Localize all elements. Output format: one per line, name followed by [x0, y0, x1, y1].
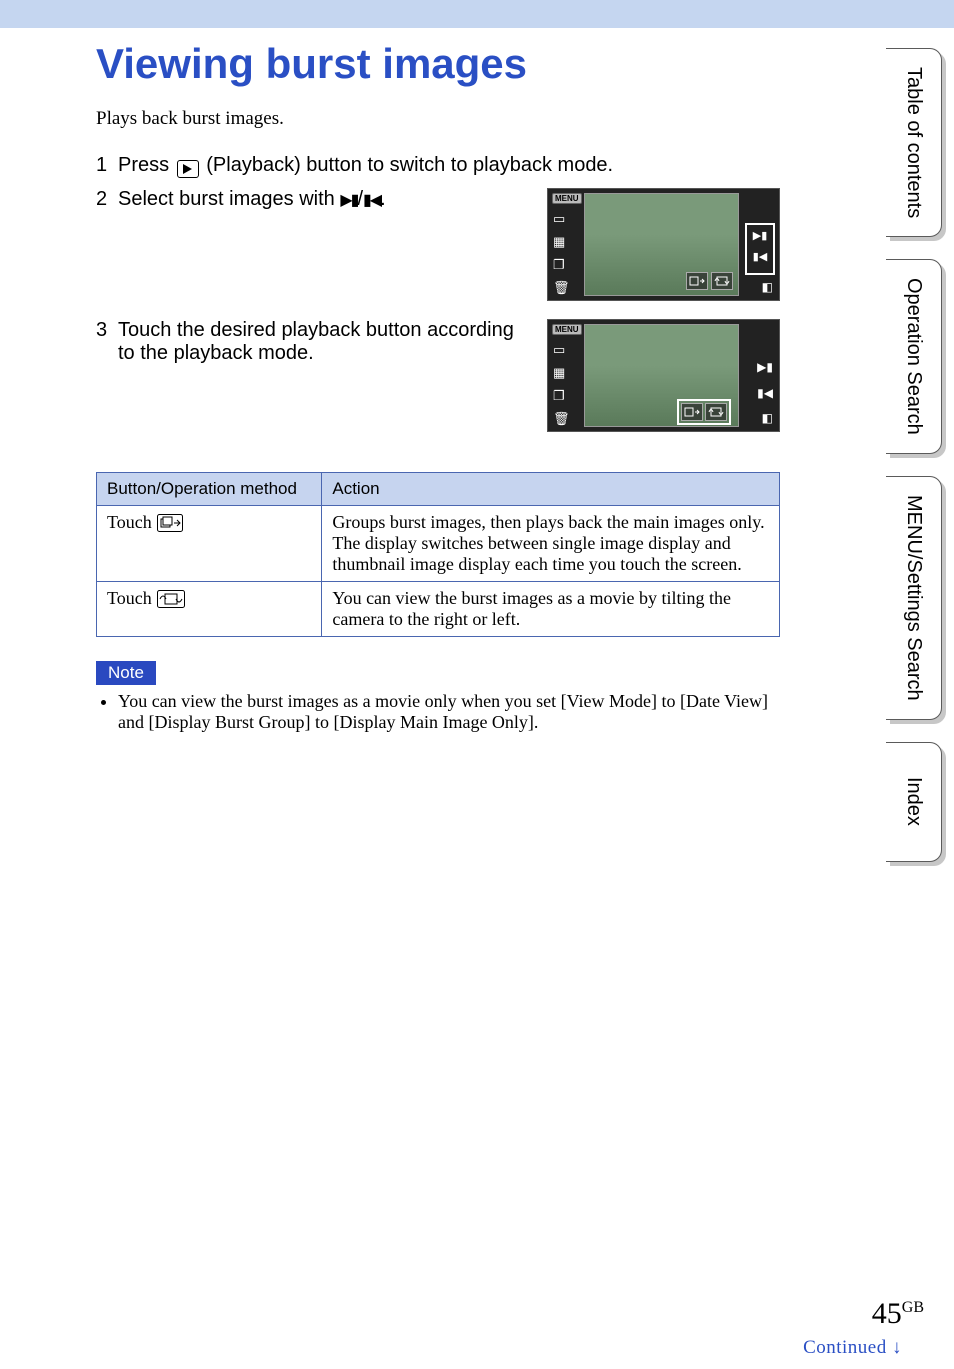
- page-title: Viewing burst images: [96, 40, 780, 88]
- cell-text: Touch: [107, 512, 156, 532]
- step-body: Touch the desired playback button accord…: [118, 319, 780, 432]
- next-image-icon: ▶▮: [747, 225, 773, 246]
- page-number-value: 45: [872, 1297, 902, 1330]
- thumb-left-icons: ▭ ▦ ❐ 🗑: [553, 211, 570, 296]
- side-tabs: Table of contents Operation Search MENU/…: [886, 48, 942, 862]
- cell-text: Touch: [107, 588, 156, 608]
- table-header: Button/Operation method: [97, 473, 322, 506]
- table-row: Touch You can view the burst images as a…: [97, 582, 780, 637]
- menu-tag: MENU: [552, 193, 582, 204]
- page-number: 45GB: [872, 1297, 924, 1331]
- step-number: 3: [96, 319, 118, 342]
- operation-table: Button/Operation method Action Touch Gro…: [96, 472, 780, 637]
- tilt-play-icon: [157, 590, 185, 613]
- disp-icon: ▭: [553, 211, 570, 227]
- step-body: Select burst images with ▶▮/▮◀. MENU ▭ ▦…: [118, 188, 780, 301]
- step-text-a: Select burst images with: [118, 188, 340, 210]
- burst-group-button-icon: [681, 403, 703, 421]
- highlight-box: ▶▮ ▮◀: [745, 223, 775, 275]
- step-text-a: Press: [118, 154, 175, 176]
- overlay-button-group: [686, 272, 733, 290]
- burst-icon: ❐: [553, 257, 570, 273]
- grid-icon: ▦: [553, 365, 570, 381]
- step-text-a: Touch the desired playback button accord…: [118, 319, 523, 365]
- burst-group-button-icon: [686, 272, 708, 290]
- table-cell-action: Groups burst images, then plays back the…: [322, 506, 780, 582]
- top-banner: [0, 0, 954, 28]
- tab-table-of-contents[interactable]: Table of contents: [886, 48, 942, 237]
- continued-indicator: Continued ↓: [803, 1337, 902, 1359]
- tab-index[interactable]: Index: [886, 742, 942, 862]
- intro-paragraph: Plays back burst images.: [96, 108, 780, 130]
- step-3: 3 Touch the desired playback button acco…: [96, 319, 780, 432]
- continued-text: Continued: [803, 1337, 887, 1358]
- playback-icon: [177, 160, 199, 178]
- thumb-right-icons: ▶▮ ▮◀: [757, 360, 773, 400]
- menu-tag: MENU: [552, 324, 582, 335]
- step-1: 1 Press (Playback) button to switch to p…: [96, 154, 780, 178]
- content-area: Viewing burst images Plays back burst im…: [0, 28, 840, 733]
- tab-menu-settings-search[interactable]: MENU/Settings Search: [886, 476, 942, 720]
- prev-image-icon: ▮◀: [757, 386, 773, 400]
- burst-group-icon: [157, 514, 183, 537]
- tilt-play-button-icon: [711, 272, 733, 290]
- next-icon: ▶▮: [340, 192, 357, 209]
- table-row: Touch Groups burst images, then plays ba…: [97, 506, 780, 582]
- camera-mode-icon: ◧: [762, 411, 773, 425]
- step-number: 1: [96, 154, 118, 177]
- step-2: 2 Select burst images with ▶▮/▮◀. MENU ▭…: [96, 188, 780, 301]
- table-cell-button: Touch: [97, 582, 322, 637]
- step-body: Press (Playback) button to switch to pla…: [118, 154, 780, 178]
- grid-icon: ▦: [553, 234, 570, 250]
- burst-icon: ❐: [553, 388, 570, 404]
- step-text-b: .: [380, 188, 386, 210]
- table-header: Action: [322, 473, 780, 506]
- screenshot-thumbnail-1: MENU ▭ ▦ ❐ 🗑 ▶▮ ▮◀: [547, 188, 780, 301]
- table-cell-action: You can view the burst images as a movie…: [322, 582, 780, 637]
- steps-list: 1 Press (Playback) button to switch to p…: [96, 154, 780, 432]
- step-text-wrap: Select burst images with ▶▮/▮◀.: [118, 188, 523, 211]
- step-number: 2: [96, 188, 118, 211]
- note-label: Note: [96, 661, 156, 685]
- highlight-box: [677, 399, 731, 425]
- note-list: You can view the burst images as a movie…: [96, 691, 780, 733]
- prev-image-icon: ▮◀: [747, 246, 773, 267]
- trash-icon: 🗑: [553, 280, 570, 296]
- page-lang: GB: [902, 1299, 924, 1316]
- camera-mode-icon: ◧: [762, 280, 773, 294]
- next-image-icon: ▶▮: [757, 360, 773, 374]
- trash-icon: 🗑: [553, 411, 570, 427]
- table-cell-button: Touch: [97, 506, 322, 582]
- down-arrow-icon: ↓: [892, 1337, 902, 1358]
- step-text-b: (Playback) button to switch to playback …: [206, 154, 613, 176]
- prev-icon: ▮◀: [363, 192, 380, 209]
- tab-operation-search[interactable]: Operation Search: [886, 259, 942, 454]
- disp-icon: ▭: [553, 342, 570, 358]
- tilt-play-button-icon: [705, 403, 727, 421]
- note-item: You can view the burst images as a movie…: [118, 691, 780, 733]
- screenshot-thumbnail-2: MENU ▭ ▦ ❐ 🗑 ▶▮ ▮◀: [547, 319, 780, 432]
- thumb-left-icons: ▭ ▦ ❐ 🗑: [553, 342, 570, 427]
